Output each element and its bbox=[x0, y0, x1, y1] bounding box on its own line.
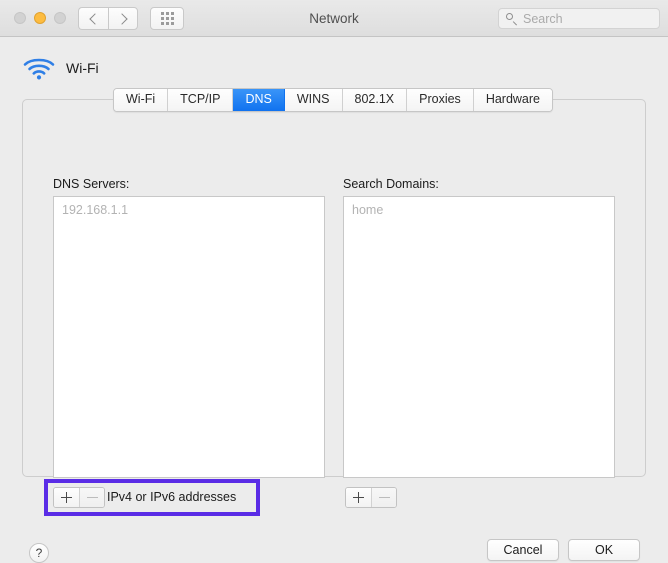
plus-icon bbox=[61, 492, 72, 503]
dns-servers-list[interactable]: 192.168.1.1 bbox=[53, 196, 325, 478]
chevron-right-icon bbox=[115, 12, 128, 25]
dns-servers-hint: IPv4 or IPv6 addresses bbox=[107, 490, 237, 504]
forward-button[interactable] bbox=[108, 7, 138, 30]
search-domains-add-remove-controls bbox=[345, 487, 397, 508]
show-all-button[interactable] bbox=[150, 7, 184, 30]
search-icon bbox=[506, 13, 517, 24]
wifi-icon bbox=[23, 58, 55, 80]
network-preferences-window: Network Search Wi-Fi Wi-Fi TCP/IP DNS WI… bbox=[0, 0, 668, 563]
dns-servers-add-remove-controls bbox=[53, 487, 105, 508]
list-item[interactable]: home bbox=[344, 197, 614, 218]
dns-add-button[interactable] bbox=[54, 488, 79, 507]
tab-tcpip[interactable]: TCP/IP bbox=[168, 89, 234, 111]
tab-8021x[interactable]: 802.1X bbox=[342, 89, 408, 111]
help-button[interactable]: ? bbox=[29, 543, 49, 563]
interface-name: Wi-Fi bbox=[66, 60, 99, 76]
zoom-button[interactable] bbox=[54, 12, 66, 24]
dns-remove-button[interactable] bbox=[79, 488, 104, 507]
window-titlebar: Network Search bbox=[0, 0, 668, 37]
search-domains-list[interactable]: home bbox=[343, 196, 615, 478]
search-domain-add-button[interactable] bbox=[346, 488, 371, 507]
tab-wins[interactable]: WINS bbox=[284, 89, 343, 111]
preferences-tabs: Wi-Fi TCP/IP DNS WINS 802.1X Proxies Har… bbox=[113, 88, 553, 112]
tab-wifi[interactable]: Wi-Fi bbox=[114, 89, 169, 111]
search-domains-label: Search Domains: bbox=[343, 177, 439, 191]
preferences-content: Wi-Fi Wi-Fi TCP/IP DNS WINS 802.1X Proxi… bbox=[0, 37, 668, 563]
minus-icon bbox=[378, 496, 390, 499]
chevron-left-icon bbox=[89, 12, 101, 25]
navigation-buttons bbox=[78, 7, 138, 30]
ok-button[interactable]: OK bbox=[568, 539, 640, 561]
cancel-button[interactable]: Cancel bbox=[487, 539, 559, 561]
minimize-button[interactable] bbox=[34, 12, 46, 24]
close-button[interactable] bbox=[14, 12, 26, 24]
back-button[interactable] bbox=[78, 7, 108, 30]
search-domain-remove-button[interactable] bbox=[371, 488, 396, 507]
list-item[interactable]: 192.168.1.1 bbox=[54, 197, 324, 218]
minus-icon bbox=[86, 496, 98, 499]
search-field[interactable]: Search bbox=[498, 8, 660, 29]
tab-hardware[interactable]: Hardware bbox=[473, 89, 552, 111]
tab-proxies[interactable]: Proxies bbox=[407, 89, 474, 111]
interface-header: Wi-Fi bbox=[22, 55, 99, 81]
dns-servers-label: DNS Servers: bbox=[53, 177, 130, 191]
tab-dns[interactable]: DNS bbox=[233, 89, 285, 111]
grid-dots-icon bbox=[160, 12, 174, 25]
search-placeholder: Search bbox=[523, 11, 563, 26]
plus-icon bbox=[353, 492, 364, 503]
